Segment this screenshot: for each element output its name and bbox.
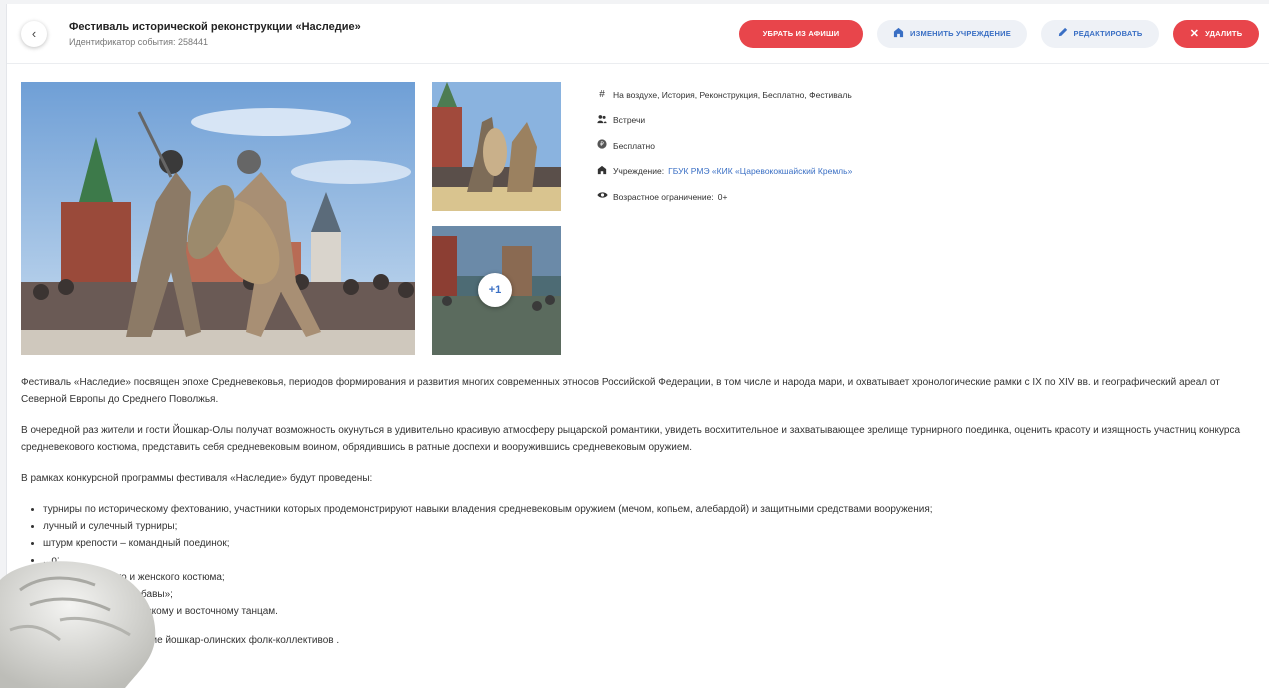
building-icon — [893, 27, 904, 41]
price-text: Бесплатно — [613, 140, 655, 151]
institution-link[interactable]: ГБУК РМЭ «КИК «Царевококшайский Кремль» — [668, 166, 852, 176]
tags-text: На воздухе, История, Реконструкция, Бесп… — [613, 89, 852, 100]
event-meta: # На воздухе, История, Реконструкция, Бе… — [595, 82, 852, 210]
gallery-thumbnail-more[interactable]: +1 — [432, 226, 561, 355]
event-page: ‹ Фестиваль исторической реконструкции «… — [6, 4, 1269, 688]
list-item: ...ту «Богатырские забавы»; — [43, 586, 1261, 603]
delete-button[interactable]: ✕ УДАЛИТЬ — [1173, 19, 1259, 48]
delete-label: УДАЛИТЬ — [1205, 29, 1243, 38]
pencil-icon — [1058, 27, 1068, 40]
more-photos-badge[interactable]: +1 — [478, 273, 512, 307]
close-icon: ✕ — [1189, 28, 1200, 40]
edit-button[interactable]: РЕДАКТИРОВАТЬ — [1041, 19, 1159, 48]
description-paragraph: В очередной раз жители и гости Йошкар-Ол… — [21, 425, 1241, 453]
event-description: Фестиваль «Наследие» посвящен эпохе Сред… — [21, 374, 1261, 663]
page-header: ‹ Фестиваль исторической реконструкции «… — [7, 4, 1269, 64]
list-item: ...торическому ирландскому и восточному … — [43, 603, 1261, 620]
change-institution-button[interactable]: ИЗМЕНИТЬ УЧРЕЖДЕНИЕ — [877, 19, 1027, 48]
age-label: Возрастное ограничение: — [613, 191, 714, 202]
program-list: турниры по историческому фехтованию, уча… — [21, 501, 1261, 620]
event-title: Фестиваль исторической реконструкции «На… — [69, 20, 361, 33]
edit-label: РЕДАКТИРОВАТЬ — [1073, 29, 1143, 38]
event-id: Идентификатор события: 258441 — [69, 36, 209, 47]
description-paragraph: Фестиваль «Наследие» посвящен эпохе Сред… — [21, 377, 1220, 405]
category-text: Встречи — [613, 115, 646, 126]
meta-tags: # На воздухе, История, Реконструкция, Бе… — [595, 82, 852, 108]
hashtag-icon: # — [599, 89, 605, 101]
header-actions: УБРАТЬ ИЗ АФИШИ ИЗМЕНИТЬ УЧРЕЖДЕНИЕ РЕДА… — [739, 19, 1259, 48]
age-value: 0+ — [717, 191, 728, 202]
eye-icon — [595, 191, 609, 202]
gallery-thumbnail[interactable] — [432, 82, 561, 211]
people-icon — [595, 114, 609, 127]
description-paragraph: ...ммы состоится выступление йошкар-олин… — [21, 635, 340, 646]
meta-price: ₽ Бесплатно — [595, 133, 852, 159]
remove-from-poster-button[interactable]: УБРАТЬ ИЗ АФИШИ — [739, 19, 863, 48]
list-item: лучный и сулечный турниры; — [43, 518, 1261, 535]
meta-category: Встречи — [595, 108, 852, 134]
description-paragraph: В рамках конкурсной программы фестиваля … — [21, 473, 373, 484]
list-item: ...кового мужского и женского костюма; — [43, 569, 1261, 586]
remove-from-poster-label: УБРАТЬ ИЗ АФИШИ — [762, 29, 840, 38]
back-button[interactable]: ‹ — [21, 20, 47, 47]
title-block: Фестиваль исторической реконструкции «На… — [69, 21, 361, 47]
change-institution-label: ИЗМЕНИТЬ УЧРЕЖДЕНИЕ — [910, 29, 1011, 38]
list-item: ...о; — [43, 552, 1261, 569]
chevron-left-icon: ‹ — [31, 26, 37, 41]
main-photo[interactable] — [21, 82, 415, 355]
institution-label: Учреждение: — [613, 166, 665, 177]
meta-institution: Учреждение: ГБУК РМЭ «КИК «Царевококшайс… — [595, 159, 852, 185]
list-item: штурм крепости – командный поединок; — [43, 535, 1261, 552]
meta-age: Возрастное ограничение: 0+ — [595, 184, 852, 210]
price-icon: ₽ — [595, 139, 609, 152]
svg-text:₽: ₽ — [600, 142, 604, 148]
building-icon — [595, 165, 609, 178]
list-item: турниры по историческому фехтованию, уча… — [43, 501, 1261, 518]
statue-bust-overlay — [0, 561, 156, 688]
